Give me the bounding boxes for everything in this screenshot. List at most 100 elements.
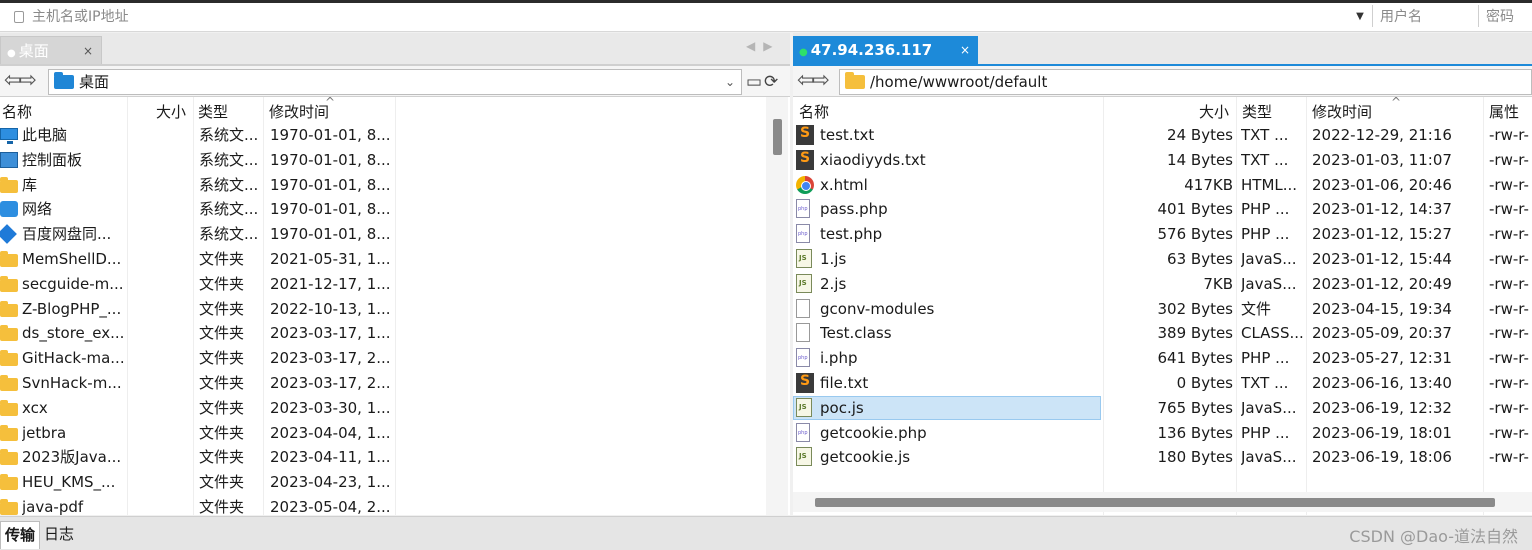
cell-name: Z-BlogPHP_... — [22, 299, 122, 318]
table-row[interactable]: 网络 系统文... 1970-01-01, 8... — [0, 197, 790, 222]
cell-size: 302 Bytes — [1157, 299, 1234, 318]
table-row[interactable]: HEU_KMS_... 文件夹 2023-04-23, 1... — [0, 470, 790, 495]
folder-icon — [0, 424, 18, 441]
cell-type: JavaS... — [1241, 274, 1297, 293]
window-top-border — [0, 0, 1532, 3]
table-row[interactable]: 1.js 63 Bytes JavaS... 2023-01-12, 15:44 -rw… — [793, 247, 1532, 272]
column-header-name[interactable]: 名称 — [799, 101, 829, 122]
password-input[interactable] — [1486, 6, 1532, 28]
cell-name: pass.php — [820, 200, 888, 219]
cell-size: 7KB — [1203, 274, 1233, 293]
close-icon[interactable]: × — [960, 36, 970, 64]
column-header-type[interactable]: 类型 — [1242, 101, 1272, 122]
cell-name: secguide-m... — [22, 274, 124, 293]
column-header-modified[interactable]: 修改时间 — [269, 101, 329, 122]
table-row[interactable]: test.php 576 Bytes PHP ... 2023-01-12, 15:2… — [793, 222, 1532, 247]
host-dropdown-button[interactable]: ▼ — [1352, 8, 1368, 26]
remote-horizontal-scrollbar[interactable] — [793, 492, 1532, 512]
sort-ascending-icon: ^ — [325, 97, 336, 109]
folder-icon — [0, 325, 18, 342]
cell-modified: 2023-06-19, 12:32 — [1312, 398, 1452, 417]
cell-type: 系统文... — [199, 200, 259, 219]
back-forward-icon[interactable]: ⇦⇨ — [797, 70, 830, 94]
table-row[interactable]: GitHack-ma... 文件夹 2023-03-17, 2... — [0, 346, 790, 371]
cell-type: PHP ... — [1241, 200, 1290, 219]
table-row[interactable]: poc.js 765 Bytes JavaS... 2023-06-19, 12:32… — [793, 395, 1532, 421]
tab-remote-server[interactable]: ● 47.94.236.117 × — [793, 36, 978, 64]
table-row[interactable]: secguide-m... 文件夹 2021-12-17, 1... — [0, 272, 790, 297]
cell-attr: -rw-r- — [1489, 175, 1529, 194]
tab-scroll-arrows-icon[interactable]: ◀▶ — [746, 39, 780, 53]
scrollbar-thumb[interactable] — [815, 498, 1495, 507]
table-row[interactable]: getcookie.php 136 Bytes PHP ... 2023-06-19,… — [793, 421, 1532, 446]
cell-name: 2023版Java... — [22, 448, 122, 467]
host-input[interactable] — [32, 6, 1342, 28]
desktop-folder-icon — [54, 72, 74, 89]
table-row[interactable]: jetbra 文件夹 2023-04-04, 1... — [0, 421, 790, 446]
column-header-size[interactable]: 大小 — [156, 101, 186, 122]
cell-type: 文件夹 — [199, 423, 245, 442]
table-row[interactable]: xcx 文件夹 2023-03-30, 1... — [0, 396, 790, 421]
table-row[interactable]: 2023版Java... 文件夹 2023-04-11, 1... — [0, 445, 790, 470]
table-row[interactable]: pass.php 401 Bytes PHP ... 2023-01-12, 14:3… — [793, 197, 1532, 222]
table-row[interactable]: 此电脑 系统文... 1970-01-01, 8... — [0, 123, 790, 148]
cell-attr: -rw-r- — [1489, 398, 1529, 417]
local-path-bar: ⇦⇨ 桌面 ⌄ ▭⟳ — [0, 64, 790, 97]
cell-modified: 2023-01-12, 15:27 — [1312, 225, 1452, 244]
cell-attr: -rw-r- — [1489, 324, 1529, 343]
column-header-type[interactable]: 类型 — [198, 101, 228, 122]
remote-list-header: 名称 大小 类型 修改时间 ^ 属性 — [793, 97, 1532, 123]
table-row[interactable]: i.php 641 Bytes PHP ... 2023-05-27, 12:31 -r… — [793, 346, 1532, 371]
folder-icon — [0, 449, 18, 466]
table-row[interactable]: Z-BlogPHP_... 文件夹 2022-10-13, 1... — [0, 297, 790, 322]
close-icon[interactable]: × — [83, 37, 93, 65]
table-row[interactable]: ds_store_ex... 文件夹 2023-03-17, 1... — [0, 321, 790, 346]
username-input[interactable] — [1380, 6, 1472, 28]
column-header-size[interactable]: 大小 — [1199, 101, 1229, 122]
cell-type: TXT ... — [1241, 150, 1289, 169]
js-file-icon — [796, 273, 812, 293]
cell-type: 系统文... — [199, 126, 259, 144]
table-row[interactable]: x.html 417KB HTML... 2023-01-06, 20:46 -rw-r… — [793, 173, 1532, 198]
remote-path-field[interactable]: /home/wwwroot/default — [839, 69, 1532, 95]
table-row[interactable]: Test.class 389 Bytes CLASS... 2023-05-09, 2… — [793, 321, 1532, 346]
cell-attr: -rw-r- — [1489, 374, 1529, 392]
tab-log[interactable]: 日志 — [40, 521, 78, 549]
folder-icon — [0, 399, 18, 416]
table-row[interactable]: 百度网盘同... 系统文... 1970-01-01, 8... — [0, 222, 790, 247]
table-row[interactable]: getcookie.js 180 Bytes JavaS... 2023-06-19,… — [793, 445, 1532, 470]
local-path-text: 桌面 — [79, 73, 110, 91]
js-file-icon — [796, 397, 812, 417]
blank-file-icon — [796, 298, 810, 318]
cell-name: 此电脑 — [22, 126, 68, 144]
table-row[interactable]: gconv-modules 302 Bytes 文件 2023-04-15, 19:3… — [793, 297, 1532, 322]
tab-transfer[interactable]: 传输 — [0, 521, 41, 549]
local-path-field[interactable]: 桌面 ⌄ — [48, 69, 742, 95]
cell-name: i.php — [820, 349, 858, 368]
table-row[interactable]: Stest.txt 24 Bytes TXT ... 2022-12-29, 21:1… — [793, 123, 1532, 148]
column-header-name[interactable]: 名称 — [2, 101, 32, 122]
cell-attr: -rw-r- — [1489, 299, 1529, 318]
table-row[interactable]: 2.js 7KB JavaS... 2023-01-12, 20:49 -rw-r- — [793, 272, 1532, 297]
table-row[interactable]: Sxiaodiyyds.txt 14 Bytes TXT ... 2023-01-03… — [793, 148, 1532, 173]
cell-type: 文件夹 — [199, 250, 245, 268]
cell-name: java-pdf — [22, 498, 84, 515]
cell-type: 文件夹 — [199, 299, 245, 318]
table-row[interactable]: Sfile.txt 0 Bytes TXT ... 2023-06-16, 13:40… — [793, 371, 1532, 396]
table-row[interactable]: 控制面板 系统文... 1970-01-01, 8... — [0, 148, 790, 173]
table-row[interactable]: MemShellD... 文件夹 2021-05-31, 1... — [0, 247, 790, 272]
table-row[interactable]: 库 系统文... 1970-01-01, 8... — [0, 173, 790, 198]
php-file-icon — [796, 199, 810, 219]
column-header-modified[interactable]: 修改时间 — [1312, 101, 1372, 122]
local-vertical-scrollbar[interactable] — [766, 97, 788, 515]
column-header-attributes[interactable]: 属性 — [1489, 101, 1519, 122]
scrollbar-thumb[interactable] — [773, 119, 782, 155]
chevron-down-icon[interactable]: ⌄ — [725, 72, 735, 92]
cell-size: 14 Bytes — [1167, 150, 1233, 169]
refresh-icon[interactable]: ▭⟳ — [746, 72, 780, 92]
tab-local-desktop[interactable]: ● 桌面 × — [0, 36, 102, 64]
back-forward-icon[interactable]: ⇦⇨ — [4, 70, 37, 94]
table-row[interactable]: java-pdf 文件夹 2023-05-04, 2... — [0, 495, 790, 515]
folder-icon — [0, 300, 18, 317]
table-row[interactable]: SvnHack-m... 文件夹 2023-03-17, 2... — [0, 371, 790, 396]
